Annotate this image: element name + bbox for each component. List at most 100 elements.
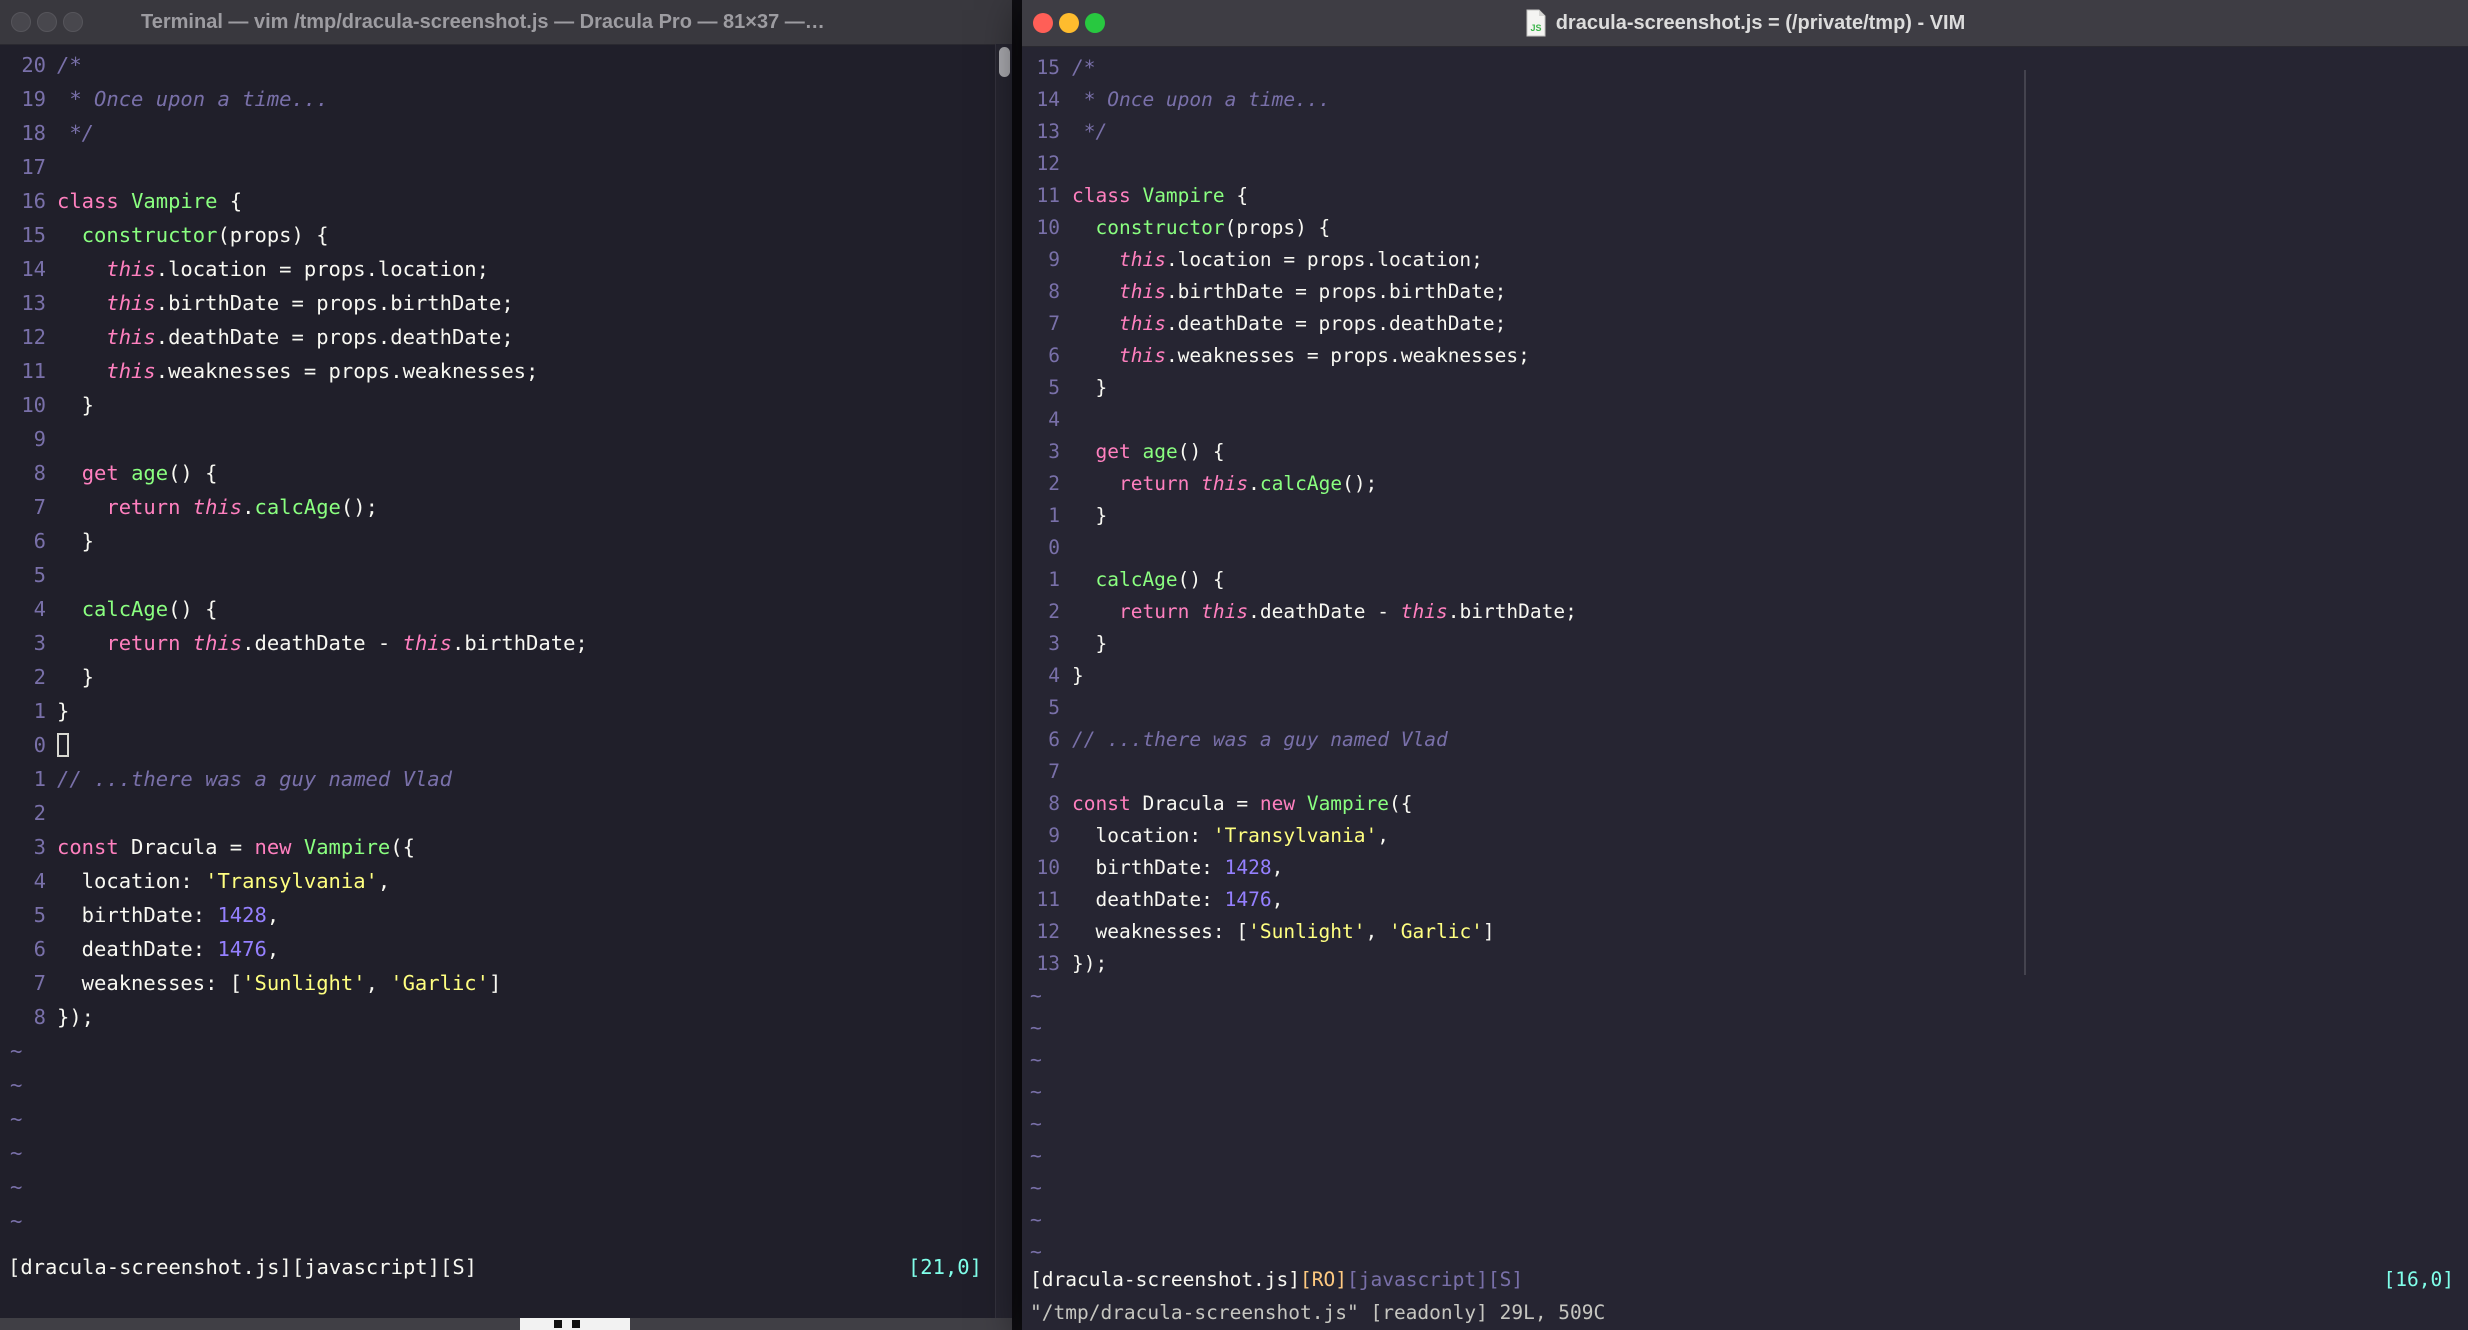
line-number: 3 <box>1048 632 1060 655</box>
line-number: 10 <box>1036 856 1060 879</box>
code-text: * Once upon a time... <box>57 87 329 111</box>
line-number: 3 <box>1048 440 1060 463</box>
code-line: 4 <box>1022 404 2468 436</box>
code-line: 7 <box>1022 756 2468 788</box>
code-line: 3 get age() { <box>1022 436 2468 468</box>
code-text: this.birthDate = props.birthDate; <box>106 291 514 315</box>
code-line: 7 return this.calcAge(); <box>0 490 1012 524</box>
code-line: 19 * Once upon a time... <box>0 82 1012 116</box>
code-line: 8}); <box>0 1000 1012 1034</box>
code-text: location: 'Transylvania', <box>57 869 391 893</box>
close-button[interactable] <box>11 12 31 32</box>
line-number: 13 <box>1036 952 1060 975</box>
line-number: 7 <box>1048 312 1060 335</box>
macvim-titlebar[interactable]: JS dracula-screenshot.js = (/private/tmp… <box>1022 0 2468 47</box>
line-number: 4 <box>1048 408 1060 431</box>
code-line: 11 deathDate: 1476, <box>1022 884 2468 916</box>
vim-buffer-gui[interactable]: 15/* 14 * Once upon a time... 13 */12 11 cla… <box>1022 46 2468 1268</box>
code-line: 5 <box>0 558 1012 592</box>
line-number: 1 <box>1048 568 1060 591</box>
cursor-position: [21,0] <box>907 1255 982 1279</box>
column-ruler <box>2024 70 2026 975</box>
line-number: 0 <box>33 733 46 757</box>
code-line: 1} <box>0 694 1012 728</box>
line-number: 5 <box>1048 696 1060 719</box>
line-number: 0 <box>1048 536 1060 559</box>
background-text-fragment <box>572 1320 580 1328</box>
code-line: 8 this.birthDate = props.birthDate; <box>1022 276 2468 308</box>
code-line: 20 /* <box>0 48 1012 82</box>
code-line: 18 */ <box>0 116 1012 150</box>
tilde-line: ~ <box>1030 1016 1042 1039</box>
code-text: this.location = props.location; <box>1118 248 1483 271</box>
code-line: 4 calcAge() { <box>0 592 1012 626</box>
code-text: } <box>1072 504 1108 527</box>
scrollbar[interactable] <box>995 44 1012 1318</box>
code-line: 4} <box>1022 660 2468 692</box>
zoom-button[interactable] <box>1085 13 1105 33</box>
code-text: this.deathDate = props.deathDate; <box>106 325 514 349</box>
line-number: 3 <box>33 835 46 859</box>
code-line: 3 } <box>1022 628 2468 660</box>
code-line: 3 return this.deathDate - this.birthDate… <box>0 626 1012 660</box>
minimize-button[interactable] <box>37 12 57 32</box>
code-line: 0 <box>0 728 1012 762</box>
line-number: 2 <box>1048 472 1060 495</box>
vim-statusline: [dracula-screenshot.js][javascript][S] [… <box>0 1250 1012 1284</box>
line-number: 9 <box>1048 824 1060 847</box>
code-line: 14 * Once upon a time... <box>1022 84 2468 116</box>
code-text: this.birthDate = props.birthDate; <box>1118 280 1507 303</box>
line-number: 2 <box>33 801 46 825</box>
vim-cursor <box>57 733 69 757</box>
code-text: // ...there was a guy named Vlad <box>57 767 452 791</box>
close-button[interactable] <box>1033 13 1053 33</box>
code-text: return this.calcAge(); <box>1118 472 1378 495</box>
zoom-button[interactable] <box>63 12 83 32</box>
code-line: 5 } <box>1022 372 2468 404</box>
background-text-fragment <box>554 1320 562 1328</box>
code-line: 2 return this.calcAge(); <box>1022 468 2468 500</box>
tilde-line: ~ <box>10 1175 23 1199</box>
code-line: 10 constructor(props) { <box>1022 212 2468 244</box>
code-line: 8 const Dracula = new Vampire({ <box>1022 788 2468 820</box>
line-number: 7 <box>1048 760 1060 783</box>
line-number: 12 <box>1036 152 1060 175</box>
svg-text:JS: JS <box>1530 23 1541 33</box>
line-number: 1 <box>33 699 46 723</box>
code-line: 6 // ...there was a guy named Vlad <box>1022 724 2468 756</box>
code-line: 2 } <box>0 660 1012 694</box>
line-number: 6 <box>33 529 46 553</box>
statusline-segment: [S] <box>439 1255 478 1279</box>
scrollbar-thumb[interactable] <box>999 47 1010 77</box>
code-text: get age() { <box>1095 440 1225 463</box>
code-line: 13}); <box>1022 948 2468 980</box>
terminal-titlebar[interactable]: Terminal — vim /tmp/dracula-screenshot.j… <box>0 0 1012 45</box>
minimize-button[interactable] <box>1059 13 1079 33</box>
line-number: 11 <box>1036 888 1060 911</box>
background-window-sliver <box>0 1318 1012 1330</box>
code-line: 9 <box>0 422 1012 456</box>
traffic-lights <box>0 12 83 32</box>
tilde-line: ~ <box>1030 1048 1042 1071</box>
code-text: location: 'Transylvania', <box>1072 824 1390 847</box>
code-line: 1 // ...there was a guy named Vlad <box>0 762 1012 796</box>
line-number: 15 <box>21 223 46 247</box>
line-number: 11 <box>1036 184 1060 207</box>
code-line: 13 this.birthDate = props.birthDate; <box>0 286 1012 320</box>
code-line: 9 location: 'Transylvania', <box>1022 820 2468 852</box>
code-line: 6 } <box>0 524 1012 558</box>
line-number: 13 <box>21 291 46 315</box>
code-line: 7 weaknesses: ['Sunlight', 'Garlic'] <box>0 966 1012 1000</box>
code-text: class Vampire { <box>57 189 243 213</box>
macvim-title-group: JS dracula-screenshot.js = (/private/tmp… <box>1022 0 2468 46</box>
vim-buffer-terminal[interactable]: 20/* 19 * Once upon a time... 18 */17 16 cla… <box>0 44 1012 1238</box>
code-line: 0 <box>1022 532 2468 564</box>
code-line: 1 } <box>1022 500 2468 532</box>
code-text: * Once upon a time... <box>1072 88 1331 111</box>
line-number: 19 <box>21 87 46 111</box>
cursor-position: [16,0] <box>2383 1267 2454 1291</box>
code-text: class Vampire { <box>1072 184 1249 207</box>
statusline-segment: [javascript] <box>1347 1267 1488 1291</box>
code-text: birthDate: 1428, <box>1072 856 1284 879</box>
tilde-line: ~ <box>10 1209 23 1233</box>
